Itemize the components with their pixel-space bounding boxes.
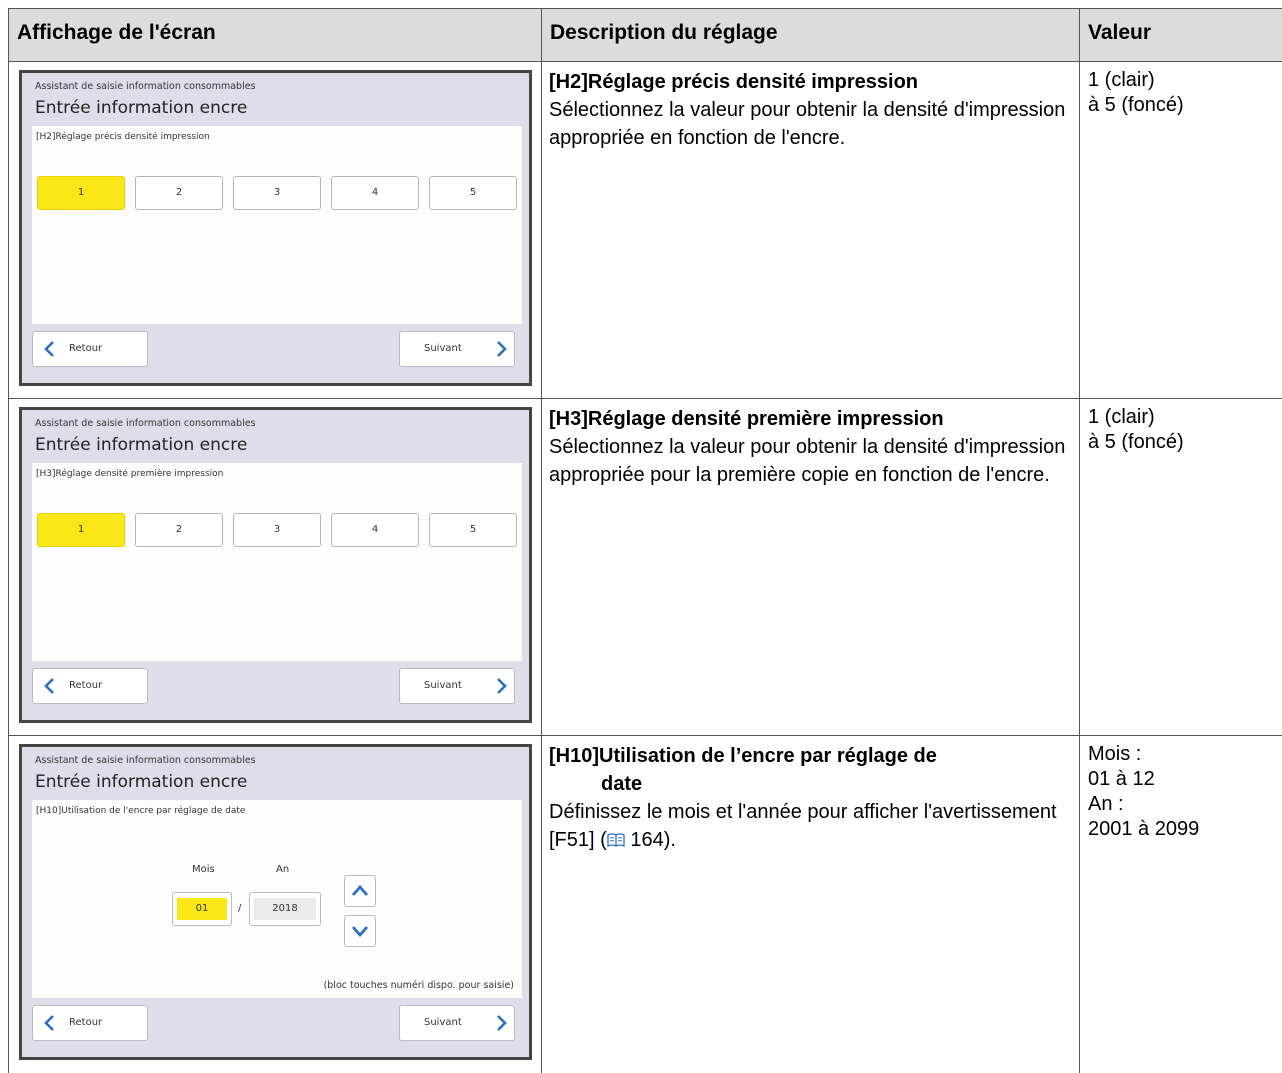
option-1-button[interactable]: 1 xyxy=(37,513,125,547)
table-row: Assistant de saisie information consomma… xyxy=(9,736,1282,1073)
next-label: Suivant xyxy=(424,1017,462,1028)
setting-title-line1: [H10]Utilisation de l’encre par réglage … xyxy=(549,745,937,767)
year-label: An xyxy=(276,864,289,875)
date-separator: / xyxy=(238,903,241,914)
next-button[interactable]: Suivant xyxy=(399,668,515,704)
value-line: 1 (clair) xyxy=(1088,68,1278,93)
chevron-left-icon xyxy=(43,1015,55,1031)
option-4-button[interactable]: 4 xyxy=(331,176,419,210)
screen-subtitle: Assistant de saisie information consomma… xyxy=(35,418,256,429)
settings-table: Affichage de l'écran Description du régl… xyxy=(8,8,1282,1073)
table-row: Assistant de saisie information consomma… xyxy=(9,399,1282,736)
option-3-button[interactable]: 3 xyxy=(233,513,321,547)
option-4-button[interactable]: 4 xyxy=(331,513,419,547)
header-screen-display: Affichage de l'écran xyxy=(9,9,542,62)
back-button[interactable]: Retour xyxy=(32,1005,148,1041)
next-button[interactable]: Suivant xyxy=(399,1005,515,1041)
increment-button[interactable] xyxy=(344,875,376,907)
screen-panel: [H2]Réglage précis densité impression 1 … xyxy=(32,126,522,324)
chevron-left-icon xyxy=(43,678,55,694)
back-button[interactable]: Retour xyxy=(32,668,148,704)
setting-text-end: ). xyxy=(664,829,676,851)
option-1-button[interactable]: 1 xyxy=(37,176,125,210)
value-line: 01 à 12 xyxy=(1088,767,1278,792)
screen-h3: Assistant de saisie information consomma… xyxy=(19,407,532,723)
chevron-right-icon xyxy=(496,678,508,694)
back-button[interactable]: Retour xyxy=(32,331,148,367)
back-label: Retour xyxy=(69,680,102,691)
option-2-button[interactable]: 2 xyxy=(135,513,223,547)
value-line: 1 (clair) xyxy=(1088,405,1278,430)
setting-text: Sélectionnez la valeur pour obtenir la d… xyxy=(549,433,1073,489)
month-field[interactable]: 01 xyxy=(172,892,232,926)
table-header-row: Affichage de l'écran Description du régl… xyxy=(9,9,1282,62)
option-3-button[interactable]: 3 xyxy=(233,176,321,210)
screen-title: Entrée information encre xyxy=(35,435,247,455)
option-5-button[interactable]: 5 xyxy=(429,513,517,547)
chevron-down-icon xyxy=(351,923,369,939)
page-reference-link[interactable]: 164 xyxy=(625,829,664,851)
screen-subtitle: Assistant de saisie information consomma… xyxy=(35,81,256,92)
header-description: Description du réglage xyxy=(542,9,1080,62)
chevron-left-icon xyxy=(43,341,55,357)
month-label: Mois xyxy=(192,864,215,875)
back-label: Retour xyxy=(69,1017,102,1028)
chevron-right-icon xyxy=(496,341,508,357)
month-value: 01 xyxy=(177,898,227,920)
setting-title: [H10]Utilisation de l’encre par réglage … xyxy=(549,742,1073,798)
setting-text: Définissez le mois et l'année pour affic… xyxy=(549,798,1073,854)
screen-h2: Assistant de saisie information consomma… xyxy=(19,70,532,386)
header-value: Valeur xyxy=(1080,9,1282,62)
value-line: An : xyxy=(1088,792,1278,817)
value-line: 2001 à 2099 xyxy=(1088,817,1278,842)
chevron-right-icon xyxy=(496,1015,508,1031)
value-line: à 5 (foncé) xyxy=(1088,93,1278,118)
next-button[interactable]: Suivant xyxy=(399,331,515,367)
year-value: 2018 xyxy=(254,898,316,920)
setting-title-line2: date xyxy=(549,770,1073,798)
decrement-button[interactable] xyxy=(344,915,376,947)
setting-title: [H2]Réglage précis densité impression xyxy=(549,68,1073,96)
option-2-button[interactable]: 2 xyxy=(135,176,223,210)
chevron-up-icon xyxy=(351,883,369,899)
setting-label: [H10]Utilisation de l'encre par réglage … xyxy=(36,806,245,816)
book-icon xyxy=(607,833,625,847)
option-5-button[interactable]: 5 xyxy=(429,176,517,210)
setting-label: [H2]Réglage précis densité impression xyxy=(36,132,210,142)
screen-panel: [H3]Réglage densité première impression … xyxy=(32,463,522,661)
setting-title: [H3]Réglage densité première impression xyxy=(549,405,1073,433)
screen-title: Entrée information encre xyxy=(35,772,247,792)
value-line: à 5 (foncé) xyxy=(1088,430,1278,455)
screen-subtitle: Assistant de saisie information consomma… xyxy=(35,755,256,766)
next-label: Suivant xyxy=(424,343,462,354)
screen-title: Entrée information encre xyxy=(35,98,247,118)
value-line: Mois : xyxy=(1088,742,1278,767)
keypad-hint: (bloc touches numéri dispo. pour saisie) xyxy=(324,980,514,991)
setting-label: [H3]Réglage densité première impression xyxy=(36,469,223,479)
setting-text: Sélectionnez la valeur pour obtenir la d… xyxy=(549,96,1073,152)
next-label: Suivant xyxy=(424,680,462,691)
screen-h10: Assistant de saisie information consomma… xyxy=(19,744,532,1060)
table-row: Assistant de saisie information consomma… xyxy=(9,62,1282,399)
back-label: Retour xyxy=(69,343,102,354)
screen-panel: [H10]Utilisation de l'encre par réglage … xyxy=(32,800,522,998)
year-field[interactable]: 2018 xyxy=(249,892,321,926)
